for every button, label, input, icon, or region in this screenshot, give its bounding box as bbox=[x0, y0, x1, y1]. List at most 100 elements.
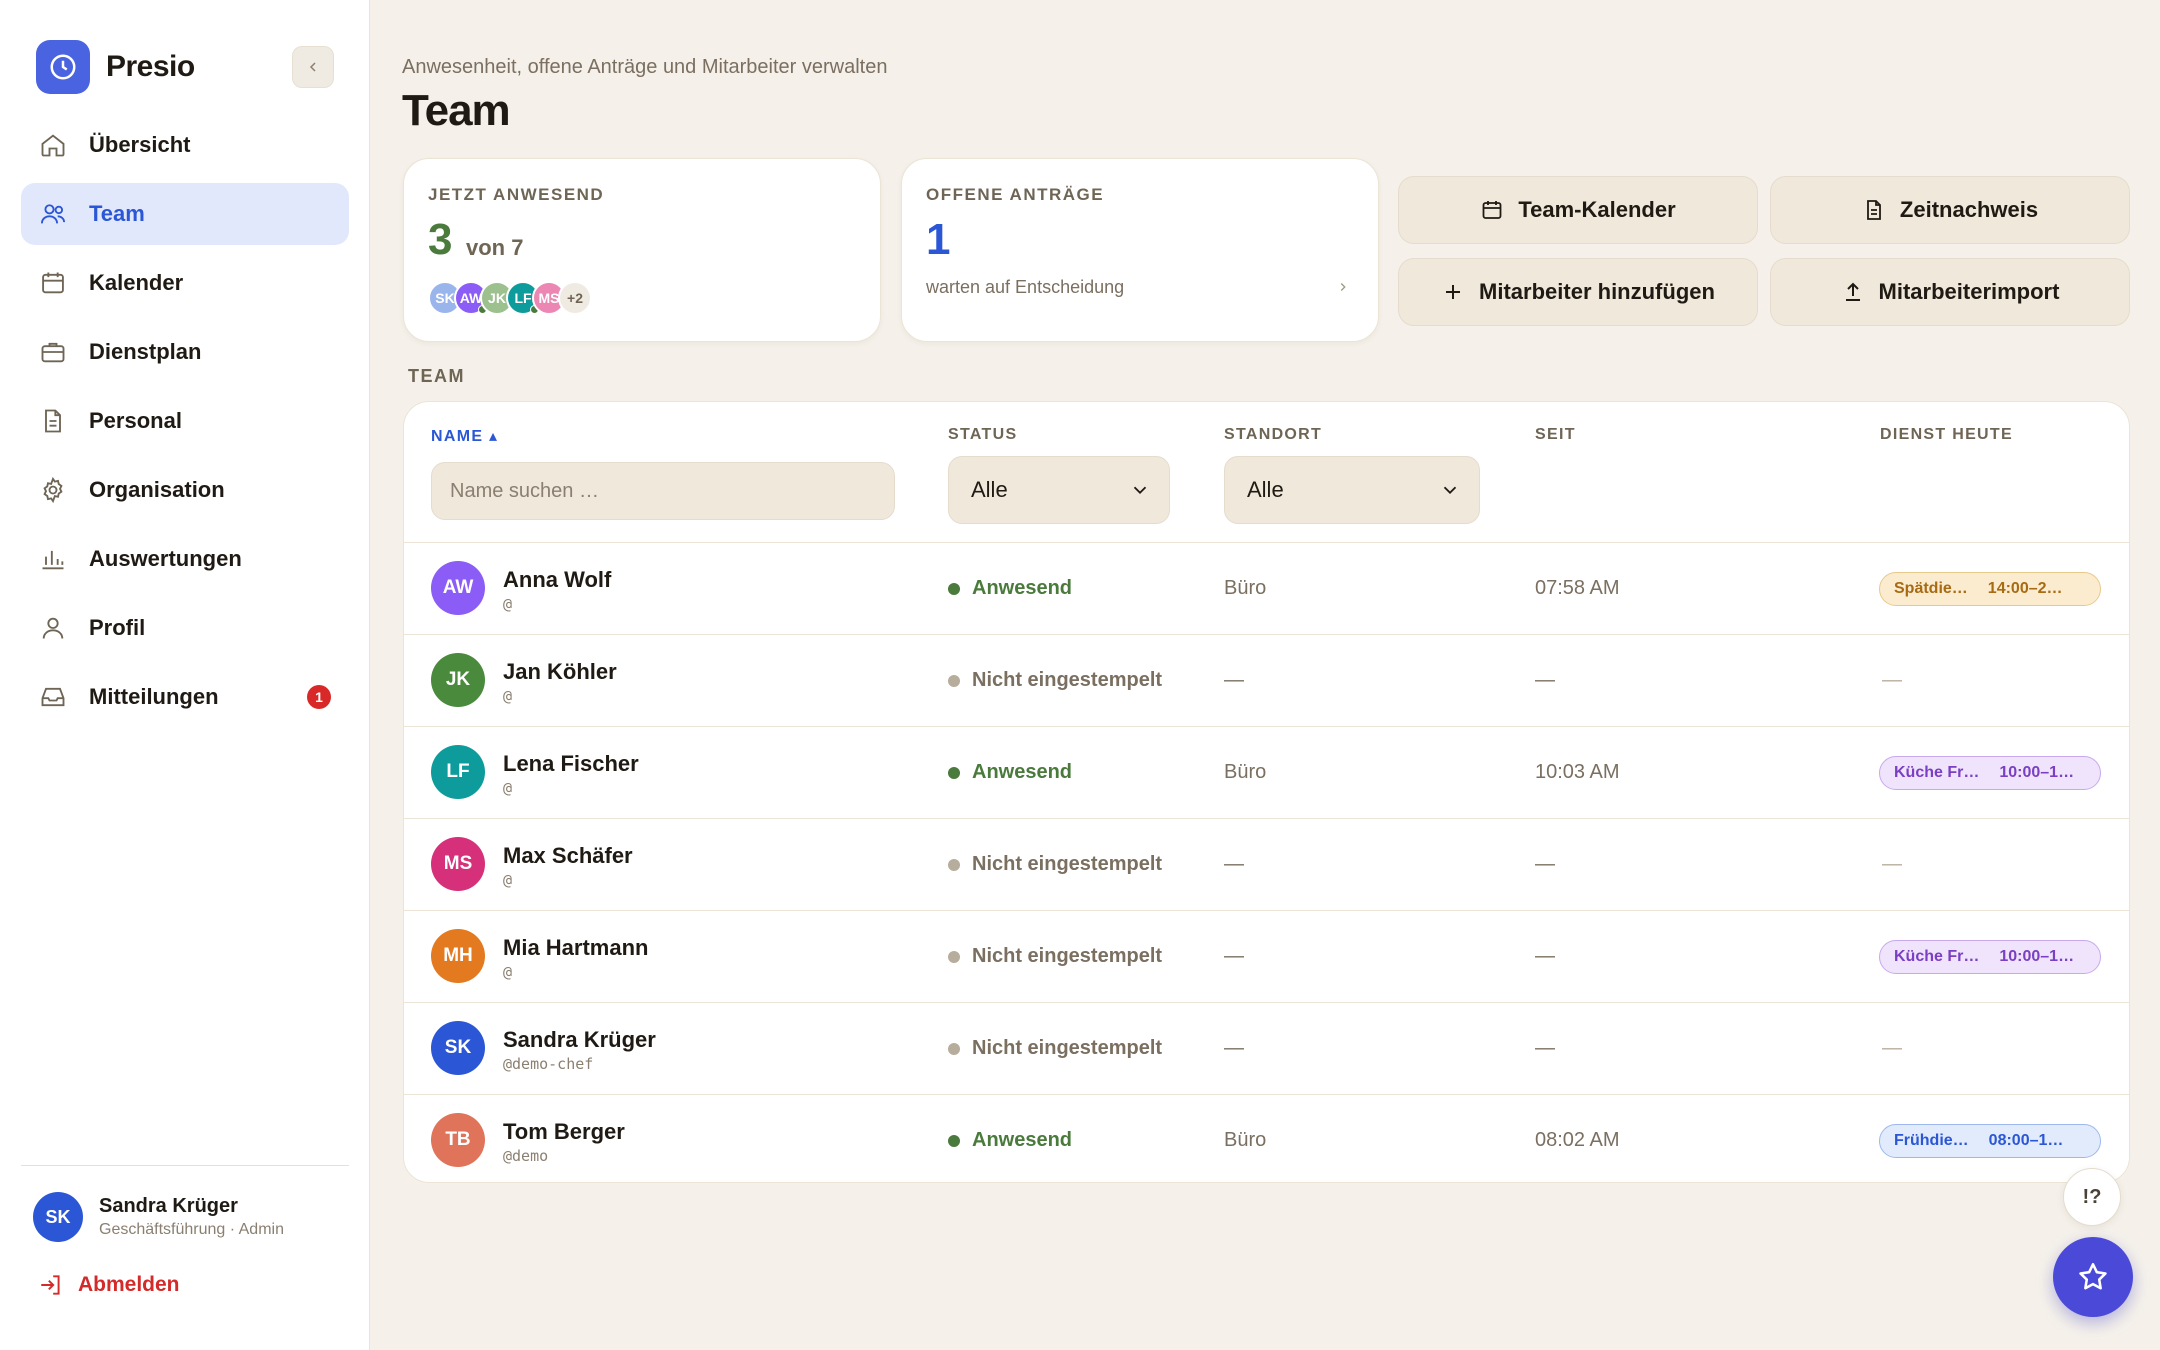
collapse-sidebar-button[interactable] bbox=[292, 46, 334, 88]
location-cell: — bbox=[1224, 945, 1244, 967]
nav-item-auswertungen[interactable]: Auswertungen bbox=[21, 528, 349, 590]
avatar: AW bbox=[431, 561, 485, 615]
nav-item-team[interactable]: Team bbox=[21, 183, 349, 245]
section-label: TEAM bbox=[408, 366, 465, 386]
brand[interactable]: Presio bbox=[36, 40, 195, 94]
nav-item-label: Übersicht bbox=[89, 132, 191, 157]
avatar: MH bbox=[431, 929, 485, 983]
calendar-icon bbox=[42, 272, 64, 294]
page-subtitle: Anwesenheit, offene Anträge und Mitarbei… bbox=[402, 56, 888, 78]
employee-import-button[interactable]: Mitarbeiterimport bbox=[1770, 258, 2130, 326]
current-user[interactable]: SK Sandra Krüger Geschäftsführung · Admi… bbox=[33, 1192, 284, 1242]
status-badge: Nicht eingestempelt bbox=[948, 1037, 1162, 1060]
briefcase-icon bbox=[41, 342, 65, 363]
home-icon bbox=[41, 134, 65, 157]
employee-name: Jan Köhler bbox=[503, 659, 617, 684]
employee-handle: @demo-chef bbox=[503, 1055, 594, 1073]
user-name: Sandra Krüger bbox=[99, 1195, 238, 1217]
calendar-icon bbox=[1482, 201, 1502, 219]
nav-item-uebersicht[interactable]: Übersicht bbox=[21, 114, 349, 176]
nav-item-label: Profil bbox=[89, 615, 146, 640]
timesheet-button[interactable]: Zeitnachweis bbox=[1770, 176, 2130, 244]
status-dot bbox=[948, 858, 960, 871]
shift-cell: — bbox=[1882, 669, 1902, 691]
status-text: Anwesend bbox=[972, 577, 1073, 599]
since-cell: 07:58 AM bbox=[1535, 577, 1620, 599]
shift-name: Frühdie… bbox=[1894, 1132, 1969, 1149]
status-badge: Anwesend bbox=[948, 1129, 1072, 1152]
present-count: 3 bbox=[428, 215, 453, 264]
table-row[interactable]: TB Tom Berger @demo Anwesend Büro 08:02 … bbox=[404, 1094, 2129, 1182]
star-icon bbox=[2079, 1262, 2107, 1290]
table-row[interactable]: LF Lena Fischer @ Anwesend Büro 10:03 AM… bbox=[404, 726, 2129, 818]
nav-item-dienstplan[interactable]: Dienstplan bbox=[21, 321, 349, 383]
table-row[interactable]: JK Jan Köhler @ Nicht eingestempelt — — … bbox=[404, 634, 2129, 726]
employee-name: Mia Hartmann bbox=[503, 935, 649, 960]
since-cell: 08:02 AM bbox=[1535, 1129, 1620, 1151]
gear-icon bbox=[43, 476, 63, 504]
shift-cell: — bbox=[1882, 1037, 1902, 1059]
sidebar-divider bbox=[21, 1165, 349, 1166]
shift-badge[interactable]: Spätdie… 14:00–2… bbox=[1879, 572, 2101, 606]
since-cell: — bbox=[1535, 853, 1555, 875]
employee-handle: @demo bbox=[503, 1147, 549, 1165]
nav-item-kalender[interactable]: Kalender bbox=[21, 252, 349, 314]
table-row[interactable]: MH Mia Hartmann @ Nicht eingestempelt — … bbox=[404, 910, 2129, 1002]
main-nav: Übersicht Team Kalender Dienstplan Perso… bbox=[21, 114, 349, 735]
nav-item-organisation[interactable]: Organisation bbox=[21, 459, 349, 521]
help-button[interactable]: !? bbox=[2063, 1168, 2121, 1226]
timesheet-label: Zeitnachweis bbox=[1899, 197, 2039, 222]
chevron-down-icon bbox=[1443, 486, 1457, 495]
nav-item-mitteilungen[interactable]: Mitteilungen 1 bbox=[21, 666, 349, 728]
employee-handle: @ bbox=[503, 779, 513, 797]
column-header-location[interactable]: STANDORT bbox=[1224, 426, 1322, 444]
status-filter-select[interactable]: Alle bbox=[948, 456, 1170, 524]
pending-requests-card[interactable]: OFFENE ANTRÄGE 1 warten auf Entscheidung bbox=[901, 158, 1379, 342]
status-badge: Nicht eingestempelt bbox=[948, 853, 1162, 876]
add-employee-label: Mitarbeiter hinzufügen bbox=[1479, 279, 1715, 304]
shift-time: 08:00–1… bbox=[1988, 1132, 2064, 1149]
favorites-fab[interactable] bbox=[2053, 1237, 2133, 1317]
mini-avatar-initials: LF bbox=[514, 290, 532, 306]
avatar: LF bbox=[431, 745, 485, 799]
team-calendar-label: Team-Kalender bbox=[1518, 197, 1676, 222]
employee-import-label: Mitarbeiterimport bbox=[1878, 279, 2060, 304]
employee-name: Max Schäfer bbox=[503, 843, 633, 868]
app-name: Presio bbox=[106, 50, 195, 83]
column-header-status[interactable]: STATUS bbox=[948, 426, 1017, 444]
table-row[interactable]: MS Max Schäfer @ Nicht eingestempelt — —… bbox=[404, 818, 2129, 910]
status-dot bbox=[948, 766, 960, 779]
table-row[interactable]: AW Anna Wolf @ Anwesend Büro 07:58 AM Sp… bbox=[404, 542, 2129, 634]
location-cell: — bbox=[1224, 669, 1244, 691]
since-cell: 10:03 AM bbox=[1535, 761, 1620, 783]
table-row[interactable]: SK Sandra Krüger @demo-chef Nicht einges… bbox=[404, 1002, 2129, 1094]
name-search-input[interactable] bbox=[431, 462, 895, 520]
column-header-name[interactable]: NAME ▴ bbox=[431, 426, 498, 446]
inbox-icon bbox=[41, 687, 65, 707]
shift-badge[interactable]: Küche Fr… 10:00–1… bbox=[1879, 756, 2101, 790]
more-avatars-count: +2 bbox=[558, 281, 592, 315]
status-badge: Anwesend bbox=[948, 577, 1072, 600]
user-icon bbox=[42, 617, 64, 639]
employee-handle: @ bbox=[503, 871, 513, 889]
present-card[interactable]: JETZT ANWESEND 3 von 7 SK AW JK LF MS +2 bbox=[403, 158, 881, 342]
location-filter-select[interactable]: Alle bbox=[1224, 456, 1480, 524]
shift-badge[interactable]: Küche Fr… 10:00–1… bbox=[1879, 940, 2101, 974]
nav-item-profil[interactable]: Profil bbox=[21, 597, 349, 659]
shift-name: Küche Fr… bbox=[1894, 948, 1980, 965]
shift-badge[interactable]: Frühdie… 08:00–1… bbox=[1879, 1124, 2101, 1158]
team-calendar-button[interactable]: Team-Kalender bbox=[1398, 176, 1758, 244]
avatar: SK bbox=[33, 1192, 83, 1242]
location-cell: Büro bbox=[1224, 1129, 1267, 1151]
nav-item-label: Auswertungen bbox=[89, 546, 242, 571]
add-employee-button[interactable]: Mitarbeiter hinzufügen bbox=[1398, 258, 1758, 326]
status-text: Nicht eingestempelt bbox=[972, 853, 1163, 875]
since-cell: — bbox=[1535, 1037, 1555, 1059]
status-dot bbox=[948, 582, 960, 595]
column-header-shift[interactable]: DIENST HEUTE bbox=[1880, 426, 2013, 444]
column-header-since[interactable]: SEIT bbox=[1535, 426, 1576, 444]
nav-item-label: Dienstplan bbox=[89, 339, 202, 364]
location-cell: — bbox=[1224, 1037, 1244, 1059]
logout-button[interactable]: Abmelden bbox=[38, 1272, 180, 1298]
nav-item-personal[interactable]: Personal bbox=[21, 390, 349, 452]
